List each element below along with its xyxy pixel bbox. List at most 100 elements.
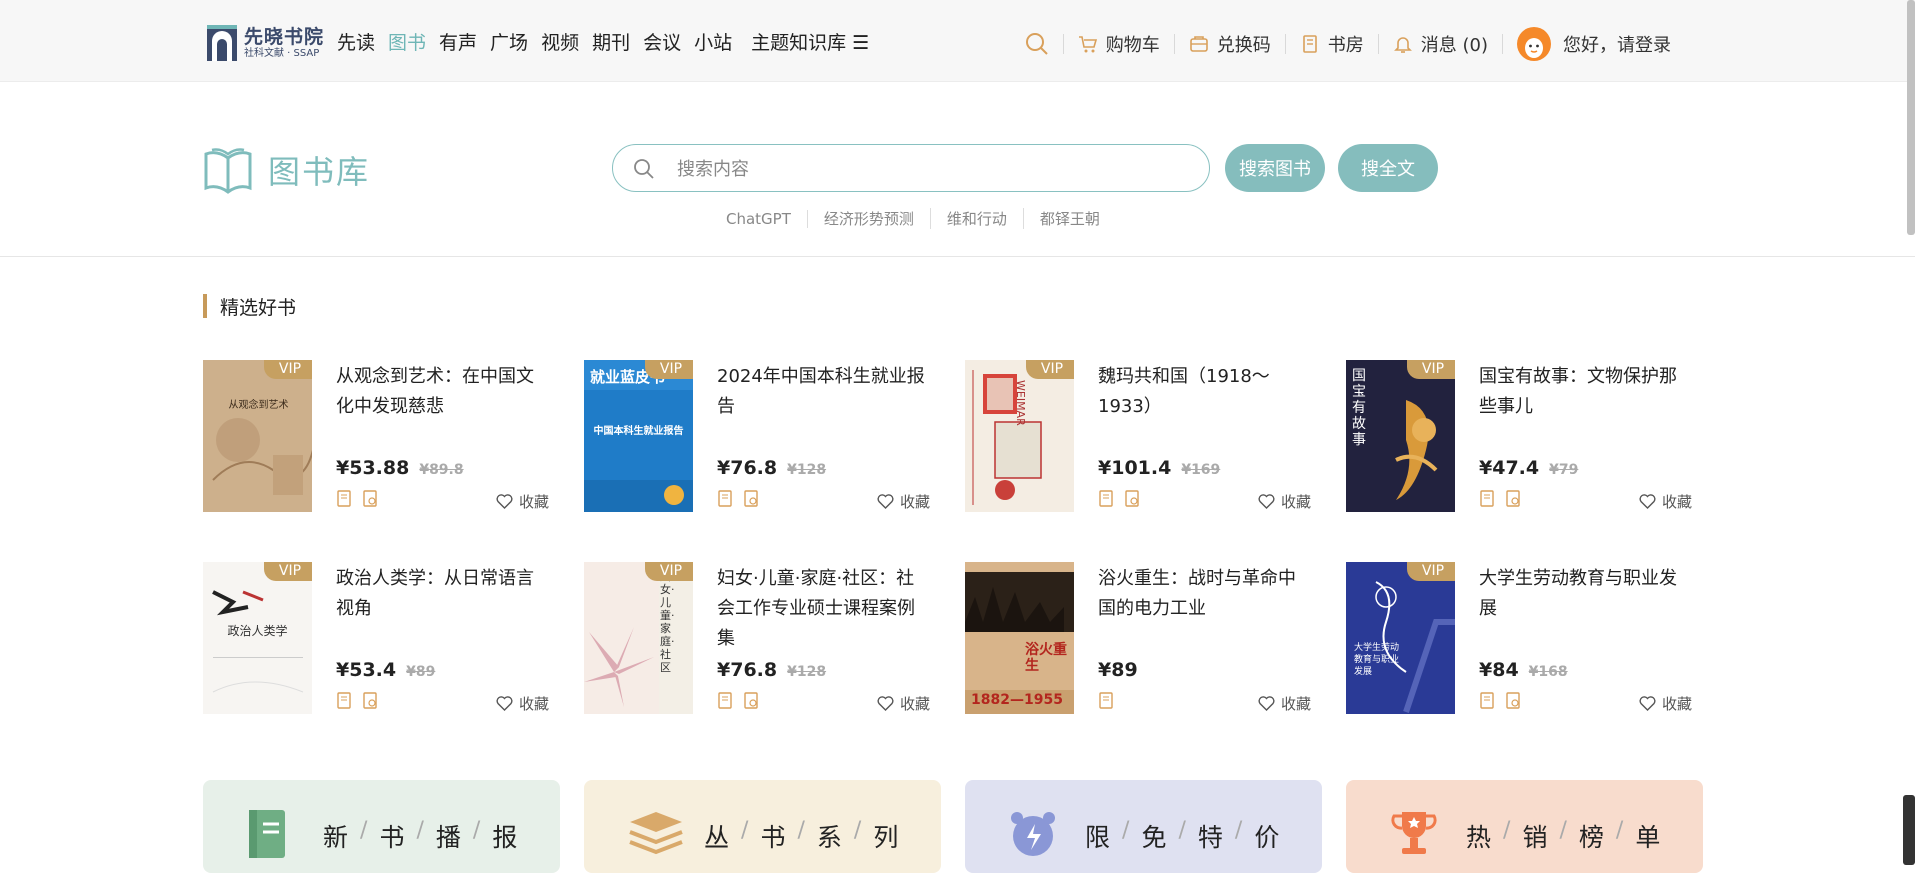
book-card[interactable]: 就业蓝皮书 中国本科生就业报告 VIP 2024年中国本科生就业报告 ¥76.8… [584, 360, 934, 512]
book-title[interactable]: 国宝有故事：文物保护那些事儿 [1479, 362, 1694, 422]
nav-journal[interactable]: 期刊 [592, 29, 630, 57]
book-title[interactable]: 2024年中国本科生就业报告 [717, 362, 932, 422]
ebook-icon[interactable] [1098, 692, 1114, 709]
book-card[interactable]: WEIMAR VIP 魏玛共和国（1918～1933） ¥101.4 ¥169 收… [965, 360, 1315, 512]
book-cover[interactable]: 政治人类学 VIP [203, 562, 312, 714]
book-cover[interactable]: 大学生劳动教育与职业发展 VIP [1346, 562, 1455, 714]
cart-link[interactable]: 购物车 [1064, 31, 1174, 57]
hot-word[interactable]: 经济形势预测 [808, 208, 931, 229]
nav-audio[interactable]: 有声 [439, 29, 477, 57]
book-card[interactable]: 妇女·儿童·家庭·社区 VIP 妇女·儿童·家庭·社区：社会工作专业硕士课程案例… [584, 562, 934, 714]
book-title[interactable]: 魏玛共和国（1918～1933） [1098, 362, 1313, 422]
favorite-button[interactable]: 收藏 [1639, 693, 1692, 714]
favorite-button[interactable]: 收藏 [496, 491, 549, 512]
vip-badge: VIP [645, 360, 693, 379]
ebook-icon[interactable] [717, 692, 733, 709]
card-new-books[interactable]: 新 / 书 / 播 / 报 [203, 780, 560, 873]
login-link[interactable]: 您好，请登录 [1503, 27, 1685, 61]
book-card[interactable]: 国宝有故事 VIP 国宝有故事：文物保护那些事儿 ¥47.4 ¥79 收藏 [1346, 360, 1696, 512]
favorite-button[interactable]: 收藏 [496, 693, 549, 714]
current-price: ¥101.4 [1098, 457, 1172, 479]
bookshelf-icon [1302, 35, 1317, 53]
book-price: ¥47.4 ¥79 [1479, 457, 1578, 479]
study-link[interactable]: 书房 [1286, 31, 1378, 57]
print-book-icon[interactable] [743, 692, 759, 709]
nav-plaza[interactable]: 广场 [490, 29, 528, 57]
search-books-button[interactable]: 搜索图书 [1225, 144, 1325, 192]
book-price: ¥76.8 ¥128 [717, 457, 826, 479]
search-fulltext-button[interactable]: 搜全文 [1338, 144, 1438, 192]
favorite-label: 收藏 [1280, 695, 1311, 713]
top-nav-bar: 先晓书院 社科文献 · SSAP 先读 图书 有声 广场 视频 期刊 会议 小站… [0, 0, 1915, 82]
cover-text: 妇女·儿童·家庭·社区 [660, 570, 675, 674]
ebook-icon[interactable] [1098, 490, 1114, 507]
hot-word[interactable]: ChatGPT [716, 209, 808, 228]
scrollbar-thumb[interactable] [1907, 0, 1915, 235]
card-bestsellers[interactable]: 热 / 销 / 榜 / 单 [1346, 780, 1703, 873]
ebook-icon[interactable] [717, 490, 733, 507]
print-book-icon[interactable] [1124, 490, 1140, 507]
card-limited-free[interactable]: 限 / 免 / 特 / 价 [965, 780, 1322, 873]
card-char: 播 [435, 823, 461, 852]
cover-years: 1882—1955 [971, 692, 1063, 708]
nav-books[interactable]: 图书 [388, 29, 426, 57]
card-char: 列 [873, 823, 899, 852]
book-title[interactable]: 浴火重生：战时与革命中国的电力工业 [1098, 564, 1313, 624]
print-book-icon[interactable] [1505, 490, 1521, 507]
book-cover[interactable]: 妇女·儿童·家庭·社区 VIP [584, 562, 693, 714]
print-book-icon[interactable] [1505, 692, 1521, 709]
ebook-icon[interactable] [1479, 490, 1495, 507]
card-char: 系 [816, 823, 842, 852]
book-card[interactable]: 从观念到艺术 VIP 从观念到艺术：在中国文化中发现慈悲 ¥53.88 ¥89.8… [203, 360, 553, 512]
hot-word[interactable]: 维和行动 [931, 208, 1024, 229]
book-cover[interactable]: 就业蓝皮书 中国本科生就业报告 VIP [584, 360, 693, 512]
card-book-series[interactable]: 丛 / 书 / 系 / 列 [584, 780, 941, 873]
search-icon [634, 159, 654, 179]
favorite-button[interactable]: 收藏 [877, 491, 930, 512]
ebook-icon[interactable] [336, 692, 352, 709]
nav-xiandu[interactable]: 先读 [337, 29, 375, 57]
ebook-icon[interactable] [1479, 692, 1495, 709]
book-cover[interactable]: WEIMAR VIP [965, 360, 1074, 512]
featured-title-text: 精选好书 [220, 296, 297, 319]
messages-link[interactable]: 消息 (0) [1379, 31, 1502, 57]
print-book-icon[interactable] [362, 692, 378, 709]
favorite-button[interactable]: 收藏 [1639, 491, 1692, 512]
card-char: 丛 [704, 823, 730, 852]
header-search-button[interactable] [1011, 32, 1063, 56]
ebook-icon[interactable] [336, 490, 352, 507]
favorite-button[interactable]: 收藏 [1258, 693, 1311, 714]
book-cover[interactable]: 国宝有故事 VIP [1346, 360, 1455, 512]
bell-icon [1393, 37, 1412, 53]
nav-knowledge-base[interactable]: 主题知识库 ☰ [751, 29, 869, 57]
logo-subtitle: 社科文献 · SSAP [244, 48, 320, 59]
book-title[interactable]: 政治人类学：从日常语言视角 [336, 564, 551, 624]
book-card[interactable]: 大学生劳动教育与职业发展 VIP 大学生劳动教育与职业发展 ¥84 ¥168 收藏 [1346, 562, 1696, 714]
book-title[interactable]: 妇女·儿童·家庭·社区：社会工作专业硕士课程案例集 [717, 564, 932, 654]
book-title[interactable]: 大学生劳动教育与职业发展 [1479, 564, 1694, 624]
book-title[interactable]: 从观念到艺术：在中国文化中发现慈悲 [336, 362, 551, 422]
cover-text: 政治人类学 [227, 624, 288, 638]
card-char: 特 [1197, 823, 1223, 852]
original-price: ¥169 [1181, 462, 1221, 478]
redeem-link[interactable]: 兑换码 [1175, 31, 1285, 57]
login-label: 您好，请登录 [1563, 35, 1671, 56]
book-card[interactable]: 浴火重生 1882—1955 浴火重生：战时与革命中国的电力工业 ¥89 收藏 [965, 562, 1315, 714]
nav-conference[interactable]: 会议 [643, 29, 681, 57]
book-price: ¥89 [1098, 659, 1138, 681]
favorite-button[interactable]: 收藏 [877, 693, 930, 714]
book-cover[interactable]: 从观念到艺术 VIP [203, 360, 312, 512]
nav-video[interactable]: 视频 [541, 29, 579, 57]
search-input[interactable] [675, 155, 1179, 183]
side-widget[interactable] [1903, 795, 1915, 865]
favorite-button[interactable]: 收藏 [1258, 491, 1311, 512]
print-book-icon[interactable] [743, 490, 759, 507]
book-card[interactable]: 政治人类学 VIP 政治人类学：从日常语言视角 ¥53.4 ¥89 收藏 [203, 562, 553, 714]
hot-word[interactable]: 都铎王朝 [1024, 208, 1116, 229]
featured-section-title: 精选好书 [203, 293, 296, 319]
nav-station[interactable]: 小站 [694, 29, 732, 57]
book-cover[interactable]: 浴火重生 1882—1955 [965, 562, 1074, 714]
print-book-icon[interactable] [362, 490, 378, 507]
heart-icon [877, 696, 894, 711]
site-logo[interactable]: 先晓书院 社科文献 · SSAP [207, 24, 324, 62]
